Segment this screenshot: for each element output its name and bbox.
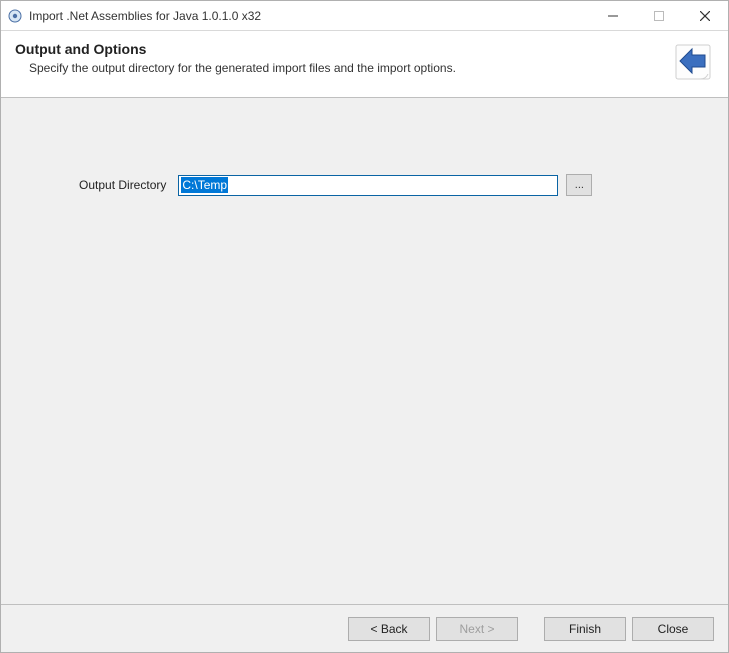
next-button: Next > xyxy=(436,617,518,641)
browse-button[interactable]: ... xyxy=(566,174,592,196)
wizard-header: Output and Options Specify the output di… xyxy=(1,31,728,98)
maximize-button xyxy=(636,1,682,30)
close-button[interactable]: Close xyxy=(632,617,714,641)
close-window-button[interactable] xyxy=(682,1,728,30)
wizard-button-bar: < Back Next > Finish Close xyxy=(1,604,728,652)
titlebar: Import .Net Assemblies for Java 1.0.1.0 … xyxy=(1,1,728,31)
window-title: Import .Net Assemblies for Java 1.0.1.0 … xyxy=(29,9,261,23)
back-button[interactable]: < Back xyxy=(348,617,430,641)
window-controls xyxy=(590,1,728,30)
output-directory-row: Output Directory C:\Temp ... xyxy=(79,174,592,196)
minimize-button[interactable] xyxy=(590,1,636,30)
output-directory-input-wrap: C:\Temp xyxy=(178,175,558,196)
page-description: Specify the output directory for the gen… xyxy=(15,61,662,75)
output-directory-input[interactable] xyxy=(178,175,558,196)
page-title: Output and Options xyxy=(15,41,662,57)
output-directory-label: Output Directory xyxy=(79,178,166,192)
finish-button[interactable]: Finish xyxy=(544,617,626,641)
app-icon xyxy=(7,8,23,24)
wizard-content: Output Directory C:\Temp ... xyxy=(1,98,728,604)
browse-button-label: ... xyxy=(575,179,584,191)
wizard-window: Import .Net Assemblies for Java 1.0.1.0 … xyxy=(0,0,729,653)
import-arrow-icon xyxy=(672,41,714,83)
